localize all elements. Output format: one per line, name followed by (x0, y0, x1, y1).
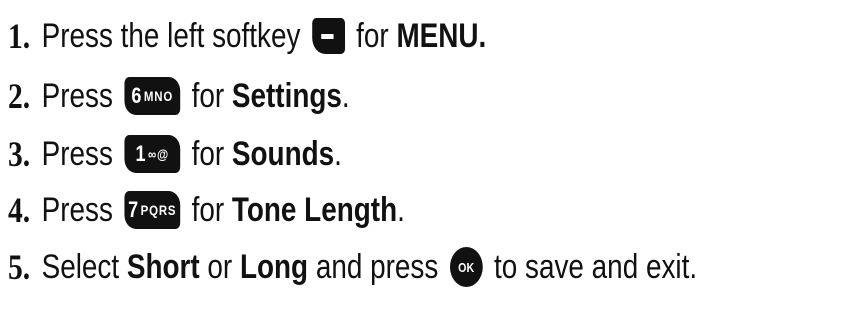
step-text: Press (41, 134, 113, 173)
step-text: for (191, 190, 225, 229)
instruction-steps: 1. Press the left softkey for MENU. 2. P… (0, 0, 846, 321)
step-text: for (191, 134, 225, 173)
step-text: Select (41, 247, 120, 286)
step-text: and press (315, 247, 439, 286)
key-6-mno-icon: 6 MNO (124, 77, 181, 115)
step-number: 3. (8, 134, 31, 174)
long-option-label: Long (239, 247, 309, 286)
step-text: to save and exit. (494, 247, 698, 286)
period: . (397, 190, 405, 229)
step-1: 1. Press the left softkey for MENU. (8, 10, 486, 62)
key-7-pqrs-icon: 7 PQRS (124, 191, 181, 229)
tone-length-label: Tone Length (231, 190, 398, 229)
step-text: or (207, 247, 233, 286)
step-number: 4. (8, 190, 31, 230)
left-softkey-icon (311, 18, 345, 54)
step-text: for (356, 16, 389, 55)
key-1-voicemail-icon: 1 ∞@ (124, 135, 181, 173)
step-text: Press the left softkey (41, 16, 301, 55)
step-5: 5. Select Short or Long and press OK to … (8, 241, 697, 293)
period: . (334, 134, 342, 173)
menu-label: MENU. (396, 16, 487, 55)
sounds-label: Sounds (231, 134, 335, 173)
step-text: for (191, 76, 225, 115)
step-4: 4. Press 7 PQRS for Tone Length. (8, 184, 405, 236)
step-text: Press (41, 190, 113, 229)
step-number: 1. (8, 16, 31, 56)
step-3: 3. Press 1 ∞@ for Sounds. (8, 128, 342, 180)
settings-label: Settings (231, 76, 342, 115)
short-option-label: Short (126, 247, 200, 286)
step-2: 2. Press 6 MNO for Settings. (8, 70, 350, 122)
step-number: 5. (8, 247, 31, 287)
step-text: Press (41, 76, 113, 115)
step-number: 2. (8, 76, 31, 116)
ok-key-icon: OK (449, 247, 483, 287)
period: . (341, 76, 350, 115)
